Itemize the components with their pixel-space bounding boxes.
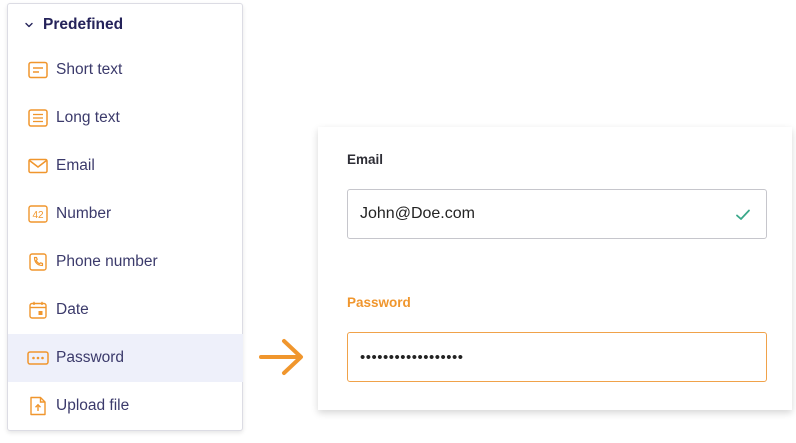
short-text-icon xyxy=(27,59,49,81)
password-icon xyxy=(27,347,49,369)
password-field-value: •••••••••••••••••• xyxy=(360,348,464,366)
field-type-label: Short text xyxy=(56,61,123,78)
field-type-label: Upload file xyxy=(56,397,130,414)
email-field-label: Email xyxy=(347,152,384,167)
number-icon: 42 xyxy=(27,203,49,225)
field-type-label: Number xyxy=(56,205,112,222)
date-icon xyxy=(27,299,49,321)
arrow-right-icon xyxy=(258,337,306,377)
email-field[interactable]: John@Doe.com xyxy=(347,189,767,239)
check-icon xyxy=(734,206,752,224)
field-type-panel: Predefined Short text Long text Email 42… xyxy=(7,3,243,431)
phone-icon xyxy=(27,251,49,273)
password-field[interactable]: •••••••••••••••••• xyxy=(347,332,767,382)
field-type-label: Email xyxy=(56,157,95,174)
field-type-date[interactable]: Date xyxy=(8,286,243,334)
long-text-icon xyxy=(27,107,49,129)
field-type-upload-file[interactable]: Upload file xyxy=(8,382,243,430)
upload-file-icon xyxy=(27,395,49,417)
field-type-label: Long text xyxy=(56,109,120,126)
form-preview-card: Email John@Doe.com Password ••••••••••••… xyxy=(318,127,792,410)
field-type-email[interactable]: Email xyxy=(8,142,243,190)
password-field-label: Password xyxy=(347,295,411,310)
field-type-label: Password xyxy=(56,349,125,366)
email-icon xyxy=(27,155,49,177)
chevron-down-icon xyxy=(22,18,36,32)
field-type-long-text[interactable]: Long text xyxy=(8,94,243,142)
field-type-phone-number[interactable]: Phone number xyxy=(8,238,243,286)
field-type-number[interactable]: 42 Number xyxy=(8,190,243,238)
predefined-section-toggle[interactable]: Predefined xyxy=(8,4,242,46)
field-type-short-text[interactable]: Short text xyxy=(8,46,243,94)
email-field-value: John@Doe.com xyxy=(360,205,475,222)
section-title: Predefined xyxy=(43,16,124,33)
field-type-password[interactable]: Password xyxy=(8,334,243,382)
field-type-label: Date xyxy=(56,301,89,318)
number-icon-text: 42 xyxy=(32,210,44,221)
field-type-label: Phone number xyxy=(56,253,158,270)
